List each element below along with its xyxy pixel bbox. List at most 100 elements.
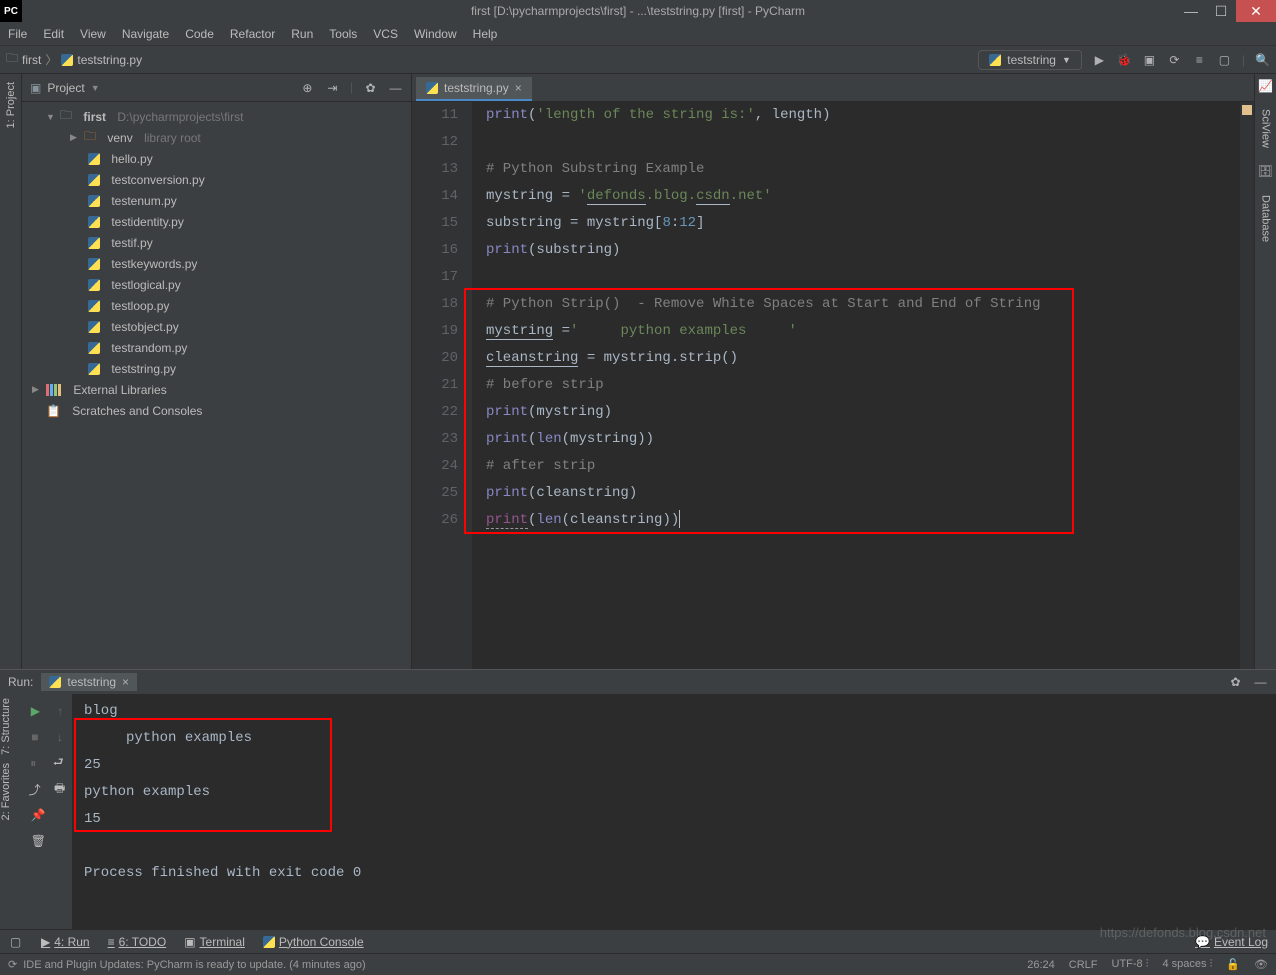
menu-help[interactable]: Help <box>473 27 498 41</box>
project-tree[interactable]: ▼🗀 first D:\pycharmprojects\first ▶🗀 ven… <box>22 102 411 425</box>
search-icon[interactable]: 🔍 <box>1255 52 1270 67</box>
tree-venv[interactable]: venv <box>107 131 132 145</box>
menu-navigate[interactable]: Navigate <box>122 27 169 41</box>
run-config-selector[interactable]: teststring ▼ <box>978 50 1082 70</box>
menu-refactor[interactable]: Refactor <box>230 27 275 41</box>
breadcrumb: 🗀 first 〉 teststring.py <box>6 49 142 70</box>
settings-icon[interactable]: ✿ <box>363 80 378 95</box>
python-file-icon <box>88 342 100 354</box>
run-panel: Run: teststring × ✿ — 7: Structure 2: Fa… <box>0 669 1276 929</box>
menu-code[interactable]: Code <box>185 27 214 41</box>
trash-icon[interactable]: 🗑 <box>31 834 46 848</box>
libraries-icon <box>46 384 62 396</box>
layout-icon[interactable]: ▢ <box>1217 52 1232 67</box>
line-separator[interactable]: CRLF <box>1069 959 1098 971</box>
project-sidebar: ▣ Project ▼ ⊕ ⇥ | ✿ — ▼🗀 first D:\pychar… <box>22 74 412 669</box>
tree-file[interactable]: testif.py <box>111 236 152 250</box>
settings-icon[interactable]: ✿ <box>1228 675 1243 690</box>
code-content[interactable]: print('length of the string is:', length… <box>472 102 1240 669</box>
menu-tools[interactable]: Tools <box>329 27 357 41</box>
menu-file[interactable]: File <box>8 27 27 41</box>
project-panel-title[interactable]: Project <box>47 81 84 95</box>
caret-position[interactable]: 26:24 <box>1027 959 1055 971</box>
tool-todo-tab[interactable]: ≡ 6: TODO <box>108 935 167 949</box>
tree-file[interactable]: testkeywords.py <box>111 257 197 271</box>
rerun-icon[interactable]: ▶ <box>31 704 40 718</box>
breadcrumb-project[interactable]: first <box>22 53 41 67</box>
minimize-button[interactable]: — <box>1176 0 1206 22</box>
tool-structure-tab[interactable]: 7: Structure <box>0 694 12 759</box>
line-gutter: 11121314151617181920212223242526 <box>412 102 472 669</box>
exit-icon[interactable]: ⤴ <box>29 781 41 798</box>
scroll-from-source-icon[interactable]: ⊕ <box>300 80 315 95</box>
python-file-icon <box>88 153 100 165</box>
pycharm-icon: PC <box>0 0 22 22</box>
tool-pyconsole-tab[interactable]: Python Console <box>263 935 364 949</box>
tree-file[interactable]: testlogical.py <box>111 278 180 292</box>
tool-database-tab[interactable]: Database <box>1260 191 1272 246</box>
run-label: Run: <box>8 675 33 689</box>
run-tab[interactable]: teststring × <box>41 673 137 691</box>
breadcrumb-file[interactable]: teststring.py <box>77 53 142 67</box>
hide-icon[interactable]: — <box>388 80 403 95</box>
editor-tab[interactable]: teststring.py × <box>416 77 532 101</box>
python-file-icon <box>61 54 73 66</box>
close-tab-icon[interactable]: × <box>515 81 522 95</box>
python-file-icon <box>88 216 100 228</box>
menu-view[interactable]: View <box>80 27 106 41</box>
debug-icon[interactable]: 🐞 <box>1117 52 1132 67</box>
attach-icon[interactable]: ⟳ <box>1167 52 1182 67</box>
hide-icon[interactable]: — <box>1253 675 1268 690</box>
status-message: IDE and Plugin Updates: PyCharm is ready… <box>23 959 365 971</box>
menu-edit[interactable]: Edit <box>43 27 64 41</box>
chevron-down-icon: ▼ <box>91 83 100 93</box>
tree-file[interactable]: testloop.py <box>111 299 169 313</box>
down-icon[interactable]: ↓ <box>57 730 63 744</box>
python-file-icon <box>989 54 1001 66</box>
run-console[interactable]: blog python examples 25 python examples … <box>72 694 1276 929</box>
watermark: https://defonds.blog.csdn.net <box>1100 925 1266 940</box>
warning-marker-icon <box>1242 105 1252 115</box>
tree-file[interactable]: testobject.py <box>111 320 178 334</box>
bookmark-icon[interactable] <box>3 654 18 669</box>
tree-external-libs[interactable]: External Libraries <box>73 383 166 397</box>
tree-file[interactable]: testenum.py <box>111 194 176 208</box>
tool-window-toggle-icon[interactable]: ▢ <box>8 934 23 949</box>
run-tab-label: teststring <box>67 675 116 689</box>
close-button[interactable]: ✕ <box>1236 0 1276 22</box>
close-tab-icon[interactable]: × <box>122 675 129 689</box>
menu-run[interactable]: Run <box>291 27 313 41</box>
breadcrumb-sep-icon: 〉 <box>45 51 57 68</box>
tool-run-tab[interactable]: ▶ 4: Run <box>41 935 90 949</box>
up-icon[interactable]: ↑ <box>57 704 63 718</box>
database-icon[interactable]: 🗄 <box>1258 164 1273 179</box>
run-icon[interactable]: ▶ <box>1092 52 1107 67</box>
stop-icon[interactable]: ≡ <box>1192 52 1207 67</box>
run-coverage-icon[interactable]: ▣ <box>1142 52 1157 67</box>
menu-vcs[interactable]: VCS <box>373 27 398 41</box>
tree-file[interactable]: hello.py <box>111 152 152 166</box>
python-file-icon <box>426 82 438 94</box>
sciview-icon[interactable]: 📈 <box>1258 78 1273 93</box>
stop-icon[interactable]: ■ <box>31 730 38 744</box>
code-area[interactable]: 11121314151617181920212223242526 print('… <box>412 102 1254 669</box>
maximize-button[interactable]: ☐ <box>1206 0 1236 22</box>
softwrap-icon[interactable]: ⮐ <box>53 753 64 774</box>
tool-favorites-tab[interactable]: 2: Favorites <box>0 759 12 824</box>
tree-scratches[interactable]: Scratches and Consoles <box>72 404 202 418</box>
editor-marker-bar[interactable] <box>1240 102 1254 669</box>
collapse-icon[interactable]: ⇥ <box>325 80 340 95</box>
menu-window[interactable]: Window <box>414 27 457 41</box>
pin-icon[interactable]: 📌 <box>31 808 46 822</box>
pause-icon[interactable]: ⏸ <box>30 756 36 771</box>
tree-file[interactable]: testidentity.py <box>111 215 183 229</box>
tree-file[interactable]: testconversion.py <box>111 173 204 187</box>
tree-file[interactable]: teststring.py <box>111 362 176 376</box>
tool-terminal-tab[interactable]: ▣ Terminal <box>184 935 245 949</box>
tool-sciview-tab[interactable]: SciView <box>1260 105 1272 152</box>
tool-project-tab[interactable]: 1: Project <box>5 78 17 132</box>
print-icon[interactable]: 🖶 <box>54 779 65 800</box>
tree-file[interactable]: testrandom.py <box>111 341 187 355</box>
tree-root[interactable]: first <box>83 110 106 124</box>
python-file-icon <box>88 279 100 291</box>
